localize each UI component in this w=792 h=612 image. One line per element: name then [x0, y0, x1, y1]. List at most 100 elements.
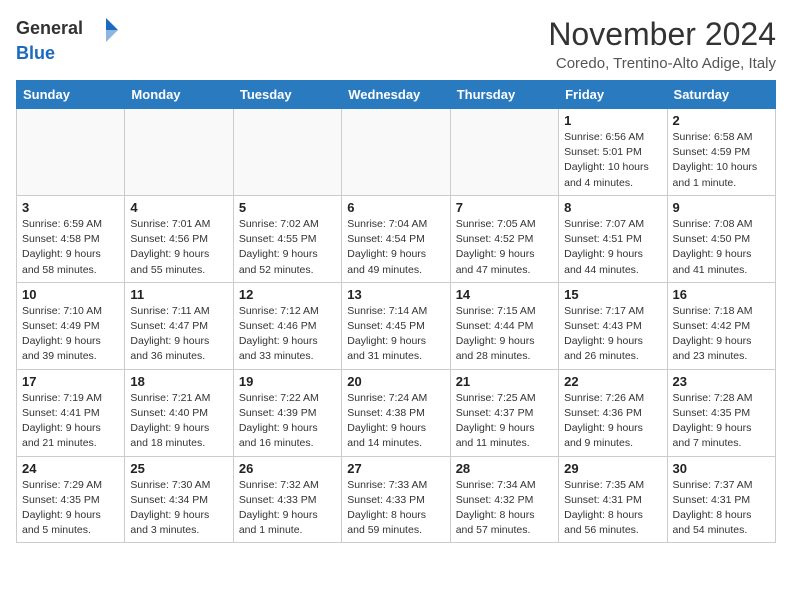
day-number: 20 — [347, 374, 444, 389]
calendar-cell: 26Sunrise: 7:32 AM Sunset: 4:33 PM Dayli… — [233, 456, 341, 543]
day-info: Sunrise: 7:30 AM Sunset: 4:34 PM Dayligh… — [130, 478, 227, 539]
header-saturday: Saturday — [667, 81, 775, 109]
calendar-cell: 15Sunrise: 7:17 AM Sunset: 4:43 PM Dayli… — [559, 282, 667, 369]
calendar-cell: 23 Sunrise: 7:28 AM Sunset: 4:35 PM Dayli… — [667, 369, 775, 456]
day-number: 23 — [673, 374, 770, 389]
day-number: 9 — [673, 200, 770, 215]
calendar-cell: 22Sunrise: 7:26 AM Sunset: 4:36 PM Dayli… — [559, 369, 667, 456]
day-number: 15 — [564, 287, 661, 302]
logo-general-text: General — [16, 18, 83, 38]
day-number: 4 — [130, 200, 227, 215]
header-sunday: Sunday — [17, 81, 125, 109]
calendar-cell: 8 Sunrise: 7:07 AM Sunset: 4:51 PM Daylig… — [559, 195, 667, 282]
calendar-cell: 27Sunrise: 7:33 AM Sunset: 4:33 PM Dayli… — [342, 456, 450, 543]
day-info: Sunrise: 7:33 AM Sunset: 4:33 PM Dayligh… — [347, 478, 444, 539]
calendar-cell: 6Sunrise: 7:04 AM Sunset: 4:54 PM Daylig… — [342, 195, 450, 282]
day-number: 25 — [130, 461, 227, 476]
day-info: Sunrise: 7:10 AM Sunset: 4:49 PM Dayligh… — [22, 304, 119, 365]
day-number: 13 — [347, 287, 444, 302]
day-number: 11 — [130, 287, 227, 302]
day-number: 26 — [239, 461, 336, 476]
calendar-cell: 28 Sunrise: 7:34 AM Sunset: 4:32 PM Dayli… — [450, 456, 558, 543]
day-number: 10 — [22, 287, 119, 302]
day-number: 30 — [673, 461, 770, 476]
day-info: Sunrise: 7:15 AM Sunset: 4:44 PM Dayligh… — [456, 304, 553, 365]
calendar-cell: 1Sunrise: 6:56 AM Sunset: 5:01 PM Daylig… — [559, 109, 667, 196]
calendar-cell: 20Sunrise: 7:24 AM Sunset: 4:38 PM Dayli… — [342, 369, 450, 456]
calendar-cell: 21 Sunrise: 7:25 AM Sunset: 4:37 PM Dayli… — [450, 369, 558, 456]
day-info: Sunrise: 7:37 AM Sunset: 4:31 PM Dayligh… — [673, 478, 770, 539]
calendar-week-5: 24 Sunrise: 7:29 AM Sunset: 4:35 PM Dayli… — [17, 456, 776, 543]
calendar-cell: 25 Sunrise: 7:30 AM Sunset: 4:34 PM Dayli… — [125, 456, 233, 543]
calendar-cell: 19 Sunrise: 7:22 AM Sunset: 4:39 PM Dayli… — [233, 369, 341, 456]
calendar-week-1: 1Sunrise: 6:56 AM Sunset: 5:01 PM Daylig… — [17, 109, 776, 196]
day-number: 2 — [673, 113, 770, 128]
day-info: Sunrise: 7:14 AM Sunset: 4:45 PM Dayligh… — [347, 304, 444, 365]
day-info: Sunrise: 7:34 AM Sunset: 4:32 PM Dayligh… — [456, 478, 553, 539]
calendar-cell — [342, 109, 450, 196]
day-info: Sunrise: 6:58 AM Sunset: 4:59 PM Dayligh… — [673, 130, 770, 191]
logo-blue-text: Blue — [16, 43, 55, 63]
day-info: Sunrise: 7:08 AM Sunset: 4:50 PM Dayligh… — [673, 217, 770, 278]
calendar-cell: 13 Sunrise: 7:14 AM Sunset: 4:45 PM Dayli… — [342, 282, 450, 369]
day-number: 18 — [130, 374, 227, 389]
calendar-cell — [125, 109, 233, 196]
calendar-cell: 12 Sunrise: 7:12 AM Sunset: 4:46 PM Dayli… — [233, 282, 341, 369]
calendar-cell: 11Sunrise: 7:11 AM Sunset: 4:47 PM Dayli… — [125, 282, 233, 369]
calendar-cell: 24 Sunrise: 7:29 AM Sunset: 4:35 PM Dayli… — [17, 456, 125, 543]
day-number: 29 — [564, 461, 661, 476]
day-info: Sunrise: 7:02 AM Sunset: 4:55 PM Dayligh… — [239, 217, 336, 278]
day-info: Sunrise: 7:35 AM Sunset: 4:31 PM Dayligh… — [564, 478, 661, 539]
calendar-table: SundayMondayTuesdayWednesdayThursdayFrid… — [16, 80, 776, 543]
day-info: Sunrise: 7:05 AM Sunset: 4:52 PM Dayligh… — [456, 217, 553, 278]
day-info: Sunrise: 7:25 AM Sunset: 4:37 PM Dayligh… — [456, 391, 553, 452]
calendar-cell — [233, 109, 341, 196]
day-info: Sunrise: 7:01 AM Sunset: 4:56 PM Dayligh… — [130, 217, 227, 278]
day-info: Sunrise: 6:56 AM Sunset: 5:01 PM Dayligh… — [564, 130, 661, 191]
calendar-cell: 29 Sunrise: 7:35 AM Sunset: 4:31 PM Dayli… — [559, 456, 667, 543]
calendar-week-3: 10 Sunrise: 7:10 AM Sunset: 4:49 PM Dayli… — [17, 282, 776, 369]
day-number: 8 — [564, 200, 661, 215]
calendar-cell: 5 Sunrise: 7:02 AM Sunset: 4:55 PM Daylig… — [233, 195, 341, 282]
day-number: 5 — [239, 200, 336, 215]
day-info: Sunrise: 7:04 AM Sunset: 4:54 PM Dayligh… — [347, 217, 444, 278]
day-info: Sunrise: 7:22 AM Sunset: 4:39 PM Dayligh… — [239, 391, 336, 452]
calendar-cell: 14Sunrise: 7:15 AM Sunset: 4:44 PM Dayli… — [450, 282, 558, 369]
header-wednesday: Wednesday — [342, 81, 450, 109]
location-text: Coredo, Trentino-Alto Adige, Italy — [548, 55, 776, 72]
day-number: 12 — [239, 287, 336, 302]
day-info: Sunrise: 7:28 AM Sunset: 4:35 PM Dayligh… — [673, 391, 770, 452]
day-number: 28 — [456, 461, 553, 476]
calendar-week-4: 17 Sunrise: 7:19 AM Sunset: 4:41 PM Dayli… — [17, 369, 776, 456]
day-number: 16 — [673, 287, 770, 302]
header-monday: Monday — [125, 81, 233, 109]
calendar-cell: 4 Sunrise: 7:01 AM Sunset: 4:56 PM Daylig… — [125, 195, 233, 282]
day-number: 24 — [22, 461, 119, 476]
day-number: 21 — [456, 374, 553, 389]
day-info: Sunrise: 7:19 AM Sunset: 4:41 PM Dayligh… — [22, 391, 119, 452]
calendar-cell: 17 Sunrise: 7:19 AM Sunset: 4:41 PM Dayli… — [17, 369, 125, 456]
day-number: 7 — [456, 200, 553, 215]
header-thursday: Thursday — [450, 81, 558, 109]
page-header: General Blue November 2024 Coredo, Trent… — [16, 16, 776, 72]
day-info: Sunrise: 7:18 AM Sunset: 4:42 PM Dayligh… — [673, 304, 770, 365]
title-block: November 2024 Coredo, Trentino-Alto Adig… — [548, 16, 776, 72]
logo: General Blue — [16, 16, 120, 64]
day-info: Sunrise: 7:21 AM Sunset: 4:40 PM Dayligh… — [130, 391, 227, 452]
calendar-cell: 9 Sunrise: 7:08 AM Sunset: 4:50 PM Daylig… — [667, 195, 775, 282]
day-info: Sunrise: 7:07 AM Sunset: 4:51 PM Dayligh… — [564, 217, 661, 278]
day-number: 3 — [22, 200, 119, 215]
calendar-cell: 2 Sunrise: 6:58 AM Sunset: 4:59 PM Daylig… — [667, 109, 775, 196]
calendar-cell: 7 Sunrise: 7:05 AM Sunset: 4:52 PM Daylig… — [450, 195, 558, 282]
calendar-cell: 3Sunrise: 6:59 AM Sunset: 4:58 PM Daylig… — [17, 195, 125, 282]
calendar-week-2: 3Sunrise: 6:59 AM Sunset: 4:58 PM Daylig… — [17, 195, 776, 282]
day-info: Sunrise: 7:29 AM Sunset: 4:35 PM Dayligh… — [22, 478, 119, 539]
calendar-cell: 16 Sunrise: 7:18 AM Sunset: 4:42 PM Dayli… — [667, 282, 775, 369]
day-info: Sunrise: 7:12 AM Sunset: 4:46 PM Dayligh… — [239, 304, 336, 365]
calendar-header-row: SundayMondayTuesdayWednesdayThursdayFrid… — [17, 81, 776, 109]
day-number: 17 — [22, 374, 119, 389]
calendar-cell: 10 Sunrise: 7:10 AM Sunset: 4:49 PM Dayli… — [17, 282, 125, 369]
day-info: Sunrise: 7:26 AM Sunset: 4:36 PM Dayligh… — [564, 391, 661, 452]
header-tuesday: Tuesday — [233, 81, 341, 109]
day-number: 19 — [239, 374, 336, 389]
